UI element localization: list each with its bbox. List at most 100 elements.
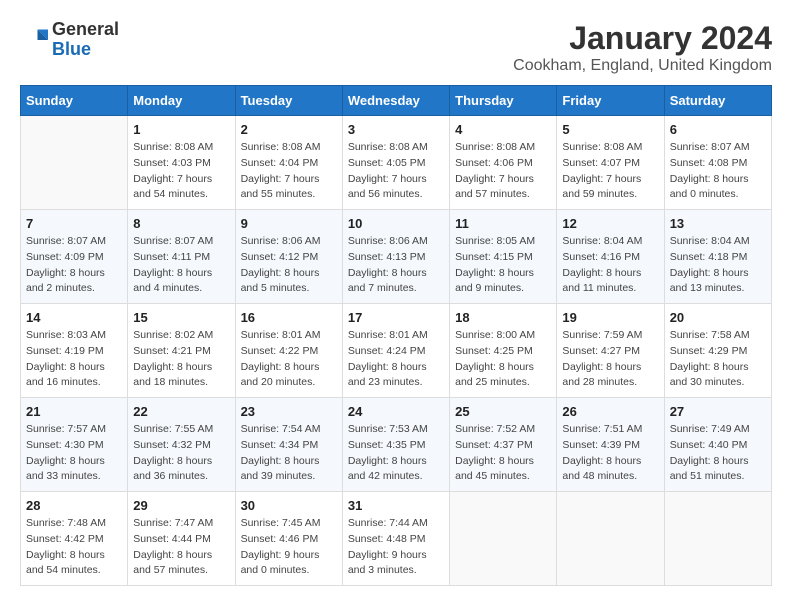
weekday-header-tuesday: Tuesday [235,86,342,116]
calendar-cell: 3Sunrise: 8:08 AMSunset: 4:05 PMDaylight… [342,116,449,210]
weekday-header-thursday: Thursday [450,86,557,116]
day-number: 5 [562,122,658,137]
day-number: 14 [26,310,122,325]
day-number: 17 [348,310,444,325]
header: General Blue January 2024 Cookham, Engla… [20,20,772,75]
day-number: 18 [455,310,551,325]
weekday-header-row: SundayMondayTuesdayWednesdayThursdayFrid… [21,86,772,116]
day-info: Sunrise: 8:08 AMSunset: 4:04 PMDaylight:… [241,140,337,203]
calendar-cell: 5 Sunrise: 8:08 AMSunset: 4:07 PMDaylight… [557,116,664,210]
calendar-cell: 7 Sunrise: 8:07 AMSunset: 4:09 PMDaylight… [21,210,128,304]
day-info: Sunrise: 8:00 AMSunset: 4:25 PMDaylight:… [455,328,551,391]
weekday-header-sunday: Sunday [21,86,128,116]
calendar-cell [450,492,557,586]
day-info: Sunrise: 8:04 AMSunset: 4:16 PMDaylight:… [562,234,658,297]
day-number: 25 [455,404,551,419]
day-number: 24 [348,404,444,419]
calendar-cell [664,492,771,586]
day-info: Sunrise: 8:01 AMSunset: 4:24 PMDaylight:… [348,328,444,391]
calendar-week-row: 14 Sunrise: 8:03 AMSunset: 4:19 PMDayligh… [21,304,772,398]
title-area: January 2024 Cookham, England, United Ki… [513,20,772,75]
day-number: 23 [241,404,337,419]
day-info: Sunrise: 8:04 AMSunset: 4:18 PMDaylight:… [670,234,766,297]
day-info: Sunrise: 8:02 AMSunset: 4:21 PMDaylight:… [133,328,229,391]
day-number: 1 [133,122,229,137]
day-info: Sunrise: 7:52 AMSunset: 4:37 PMDaylight:… [455,422,551,485]
day-info: Sunrise: 7:49 AMSunset: 4:40 PMDaylight:… [670,422,766,485]
page-subtitle: Cookham, England, United Kingdom [513,57,772,75]
day-info: Sunrise: 7:54 AMSunset: 4:34 PMDaylight:… [241,422,337,485]
day-info: Sunrise: 7:58 AMSunset: 4:29 PMDaylight:… [670,328,766,391]
day-number: 26 [562,404,658,419]
day-info: Sunrise: 8:07 AMSunset: 4:11 PMDaylight:… [133,234,229,297]
day-info: Sunrise: 7:51 AMSunset: 4:39 PMDaylight:… [562,422,658,485]
day-info: Sunrise: 8:08 AMSunset: 4:07 PMDaylight:… [562,140,658,203]
calendar-cell: 19Sunrise: 7:59 AMSunset: 4:27 PMDayligh… [557,304,664,398]
day-info: Sunrise: 7:47 AMSunset: 4:44 PMDaylight:… [133,516,229,579]
calendar-header: SundayMondayTuesdayWednesdayThursdayFrid… [21,86,772,116]
calendar-cell: 14 Sunrise: 8:03 AMSunset: 4:19 PMDayligh… [21,304,128,398]
calendar-body: 1Sunrise: 8:08 AMSunset: 4:03 PMDaylight… [21,116,772,586]
calendar-cell: 29 Sunrise: 7:47 AMSunset: 4:44 PMDayligh… [128,492,235,586]
day-info: Sunrise: 7:48 AMSunset: 4:42 PMDaylight:… [26,516,122,579]
day-info: Sunrise: 7:55 AMSunset: 4:32 PMDaylight:… [133,422,229,485]
calendar-cell [21,116,128,210]
calendar-cell: 26 Sunrise: 7:51 AMSunset: 4:39 PMDayligh… [557,398,664,492]
logo: General Blue [20,20,119,60]
calendar-cell: 24 Sunrise: 7:53 AMSunset: 4:35 PMDayligh… [342,398,449,492]
logo-blue-text: Blue [52,39,91,59]
calendar-cell: 15 Sunrise: 8:02 AMSunset: 4:21 PMDayligh… [128,304,235,398]
calendar-cell: 2 Sunrise: 8:08 AMSunset: 4:04 PMDaylight… [235,116,342,210]
weekday-header-friday: Friday [557,86,664,116]
day-info: Sunrise: 7:45 AMSunset: 4:46 PMDaylight:… [241,516,337,579]
calendar-week-row: 21Sunrise: 7:57 AMSunset: 4:30 PMDayligh… [21,398,772,492]
day-number: 20 [670,310,766,325]
calendar-cell: 6Sunrise: 8:07 AMSunset: 4:08 PMDaylight… [664,116,771,210]
calendar-cell: 10 Sunrise: 8:06 AMSunset: 4:13 PMDayligh… [342,210,449,304]
day-info: Sunrise: 8:06 AMSunset: 4:13 PMDaylight:… [348,234,444,297]
day-number: 16 [241,310,337,325]
day-number: 3 [348,122,444,137]
day-info: Sunrise: 8:05 AMSunset: 4:15 PMDaylight:… [455,234,551,297]
day-info: Sunrise: 8:07 AMSunset: 4:09 PMDaylight:… [26,234,122,297]
calendar-cell: 27Sunrise: 7:49 AMSunset: 4:40 PMDayligh… [664,398,771,492]
day-number: 10 [348,216,444,231]
day-number: 4 [455,122,551,137]
logo-general-text: General [52,19,119,39]
calendar-cell: 12 Sunrise: 8:04 AMSunset: 4:16 PMDayligh… [557,210,664,304]
calendar-week-row: 28 Sunrise: 7:48 AMSunset: 4:42 PMDayligh… [21,492,772,586]
day-info: Sunrise: 8:08 AMSunset: 4:06 PMDaylight:… [455,140,551,203]
day-number: 22 [133,404,229,419]
calendar-cell: 30Sunrise: 7:45 AMSunset: 4:46 PMDayligh… [235,492,342,586]
logo-text: General Blue [52,20,119,60]
calendar-cell: 23 Sunrise: 7:54 AMSunset: 4:34 PMDayligh… [235,398,342,492]
day-info: Sunrise: 8:07 AMSunset: 4:08 PMDaylight:… [670,140,766,203]
day-number: 15 [133,310,229,325]
day-info: Sunrise: 7:59 AMSunset: 4:27 PMDaylight:… [562,328,658,391]
calendar-cell: 20 Sunrise: 7:58 AMSunset: 4:29 PMDayligh… [664,304,771,398]
day-number: 28 [26,498,122,513]
day-info: Sunrise: 7:53 AMSunset: 4:35 PMDaylight:… [348,422,444,485]
calendar-cell: 4 Sunrise: 8:08 AMSunset: 4:06 PMDaylight… [450,116,557,210]
day-number: 31 [348,498,444,513]
calendar-cell: 28 Sunrise: 7:48 AMSunset: 4:42 PMDayligh… [21,492,128,586]
calendar-cell: 22 Sunrise: 7:55 AMSunset: 4:32 PMDayligh… [128,398,235,492]
day-number: 13 [670,216,766,231]
calendar-table: SundayMondayTuesdayWednesdayThursdayFrid… [20,85,772,586]
day-number: 29 [133,498,229,513]
calendar-cell: 9 Sunrise: 8:06 AMSunset: 4:12 PMDaylight… [235,210,342,304]
day-info: Sunrise: 7:44 AMSunset: 4:48 PMDaylight:… [348,516,444,579]
calendar-cell: 13 Sunrise: 8:04 AMSunset: 4:18 PMDayligh… [664,210,771,304]
calendar-cell: 17 Sunrise: 8:01 AMSunset: 4:24 PMDayligh… [342,304,449,398]
logo-icon [20,26,48,54]
day-info: Sunrise: 8:06 AMSunset: 4:12 PMDaylight:… [241,234,337,297]
day-number: 2 [241,122,337,137]
day-number: 21 [26,404,122,419]
day-info: Sunrise: 8:03 AMSunset: 4:19 PMDaylight:… [26,328,122,391]
day-number: 7 [26,216,122,231]
day-number: 12 [562,216,658,231]
calendar-cell: 21Sunrise: 7:57 AMSunset: 4:30 PMDayligh… [21,398,128,492]
calendar-cell: 8Sunrise: 8:07 AMSunset: 4:11 PMDaylight… [128,210,235,304]
weekday-header-monday: Monday [128,86,235,116]
day-number: 9 [241,216,337,231]
